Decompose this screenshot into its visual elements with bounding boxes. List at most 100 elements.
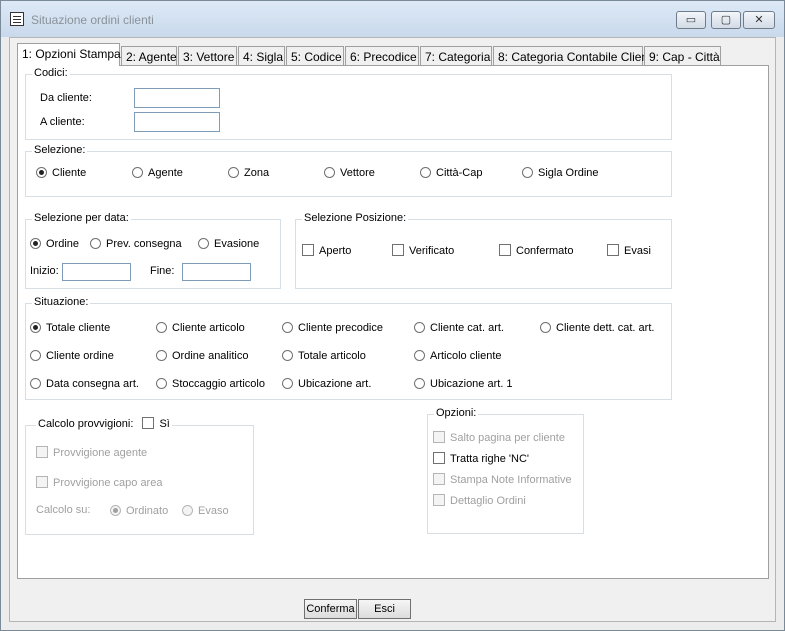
situazione-group: Situazione: Totale cliente Cliente artic… [25,296,672,400]
situazione-cliente-ordine-radio[interactable]: Cliente ordine [30,349,114,363]
tab-codice[interactable]: 5: Codice [286,46,344,65]
close-button[interactable]: ✕ [743,11,775,29]
checkbox-icon [302,244,314,256]
radio-icon [30,350,41,361]
selezione-posizione-group: Selezione Posizione: Aperto Verificato C… [295,212,672,289]
dettaglio-ordini-checkbox[interactable]: Dettaglio Ordini [433,494,526,508]
situazione-ubicazione-art-radio[interactable]: Ubicazione art. [282,377,371,391]
situazione-articolo-cliente-radio[interactable]: Articolo cliente [414,349,502,363]
checkbox-icon [392,244,404,256]
provvigioni-legend-label: Calcolo provvigioni: [38,418,134,430]
tab-cap-citta[interactable]: 9: Cap - Città [644,46,721,65]
selezione-cliente-radio[interactable]: Cliente [36,166,86,180]
radio-selected-icon [30,322,41,333]
posizione-evasi-checkbox[interactable]: Evasi [607,244,651,258]
title-bar[interactable]: Situazione ordini clienti ▭ ▢ ✕ [1,1,784,37]
tab-agente[interactable]: 2: Agente [121,46,177,65]
inizio-label: Inizio: [30,265,59,277]
posizione-confermato-checkbox[interactable]: Confermato [499,244,573,258]
provvigioni-si-checkbox[interactable]: Sì [142,417,170,430]
posizione-aperto-checkbox[interactable]: Aperto [302,244,351,258]
selezione-legend: Selezione: [32,144,88,156]
radio-icon [420,167,431,178]
a-cliente-input[interactable] [134,112,220,132]
checkbox-icon [499,244,511,256]
situazione-cliente-dett-cat-art-radio[interactable]: Cliente dett. cat. art. [540,321,654,335]
provvigioni-group: Calcolo provvigioni: Sì Provvigione agen… [25,417,254,535]
checkbox-icon [607,244,619,256]
a-cliente-label: A cliente: [40,116,85,128]
radio-selected-icon [30,238,41,249]
situazione-ordine-analitico-radio[interactable]: Ordine analitico [156,349,248,363]
radio-icon [282,378,293,389]
posizione-verificato-checkbox[interactable]: Verificato [392,244,454,258]
radio-selected-icon [110,505,121,516]
checkbox-icon [36,476,48,488]
situazione-totale-cliente-radio[interactable]: Totale cliente [30,321,110,335]
maximize-button[interactable]: ▢ [711,11,741,29]
checkbox-icon [142,417,155,429]
esci-button[interactable]: Esci [358,599,411,619]
radio-icon [282,322,293,333]
tab-categoria-contabile-cliente[interactable]: 8: Categoria Contabile Cliente [493,46,658,65]
calcolo-ordinato-radio[interactable]: Ordinato [110,504,168,518]
radio-icon [540,322,551,333]
window: Situazione ordini clienti ▭ ▢ ✕ 1: Opzio… [0,0,785,631]
radio-icon [156,350,167,361]
conferma-button[interactable]: Conferma [304,599,357,619]
radio-icon [132,167,143,178]
minimize-button[interactable]: ▭ [676,11,706,29]
radio-selected-icon [36,167,47,178]
selezione-zona-radio[interactable]: Zona [228,166,269,180]
situazione-cliente-articolo-radio[interactable]: Cliente articolo [156,321,245,335]
situazione-cliente-cat-art-radio[interactable]: Cliente cat. art. [414,321,504,335]
data-prev-consegna-radio[interactable]: Prev. consegna [90,237,182,251]
checkbox-icon [36,446,48,458]
tab-sigla[interactable]: 4: Sigla [238,46,285,65]
selezione-vettore-radio[interactable]: Vettore [324,166,375,180]
radio-icon [522,167,533,178]
radio-icon [182,505,193,516]
radio-icon [228,167,239,178]
da-cliente-input[interactable] [134,88,220,108]
codici-group: Codici: Da cliente: A cliente: [25,67,672,140]
tab-vettore[interactable]: 3: Vettore [178,46,237,65]
data-ordine-radio[interactable]: Ordine [30,237,79,251]
radio-icon [324,167,335,178]
radio-icon [414,322,425,333]
situazione-cliente-precodice-radio[interactable]: Cliente precodice [282,321,383,335]
checkbox-icon [433,494,445,506]
provvigione-capo-area-checkbox[interactable]: Provvigione capo area [36,476,162,490]
radio-icon [414,378,425,389]
situazione-ubicazione-art-1-radio[interactable]: Ubicazione art. 1 [414,377,513,391]
tab-panel-opzioni-stampa: Codici: Da cliente: A cliente: Selezione… [17,65,769,579]
situazione-legend: Situazione: [32,296,91,308]
selezione-sigla-ordine-radio[interactable]: Sigla Ordine [522,166,599,180]
tab-opzioni-stampa[interactable]: 1: Opzioni Stampa [17,43,121,66]
situazione-stoccaggio-articolo-radio[interactable]: Stoccaggio articolo [156,377,265,391]
stampa-note-informative-checkbox[interactable]: Stampa Note Informative [433,473,572,487]
radio-icon [90,238,101,249]
checkbox-icon [433,431,445,443]
selezione-posizione-legend: Selezione Posizione: [302,212,409,224]
tab-precodice[interactable]: 6: Precodice [345,46,419,65]
provvigioni-legend: Calcolo provvigioni: Sì [36,417,172,431]
situazione-data-consegna-art-radio[interactable]: Data consegna art. [30,377,139,391]
data-evasione-radio[interactable]: Evasione [198,237,259,251]
fine-input[interactable] [182,263,251,281]
tab-categoria[interactable]: 7: Categoria [420,46,492,65]
codici-legend: Codici: [32,67,70,79]
checkbox-icon [433,452,445,464]
window-title: Situazione ordini clienti [31,13,154,27]
calcolo-su-label: Calcolo su: [36,504,91,516]
selezione-citta-cap-radio[interactable]: Città-Cap [420,166,482,180]
provvigione-agente-checkbox[interactable]: Provvigione agente [36,446,147,460]
tratta-righe-nc-checkbox[interactable]: Tratta righe 'NC' [433,452,529,466]
selezione-agente-radio[interactable]: Agente [132,166,183,180]
opzioni-group: Opzioni: Salto pagina per cliente Tratta… [427,407,584,534]
calcolo-evaso-radio[interactable]: Evaso [182,504,229,518]
situazione-totale-articolo-radio[interactable]: Totale articolo [282,349,366,363]
da-cliente-label: Da cliente: [40,92,92,104]
salto-pagina-checkbox[interactable]: Salto pagina per cliente [433,431,565,445]
inizio-input[interactable] [62,263,131,281]
